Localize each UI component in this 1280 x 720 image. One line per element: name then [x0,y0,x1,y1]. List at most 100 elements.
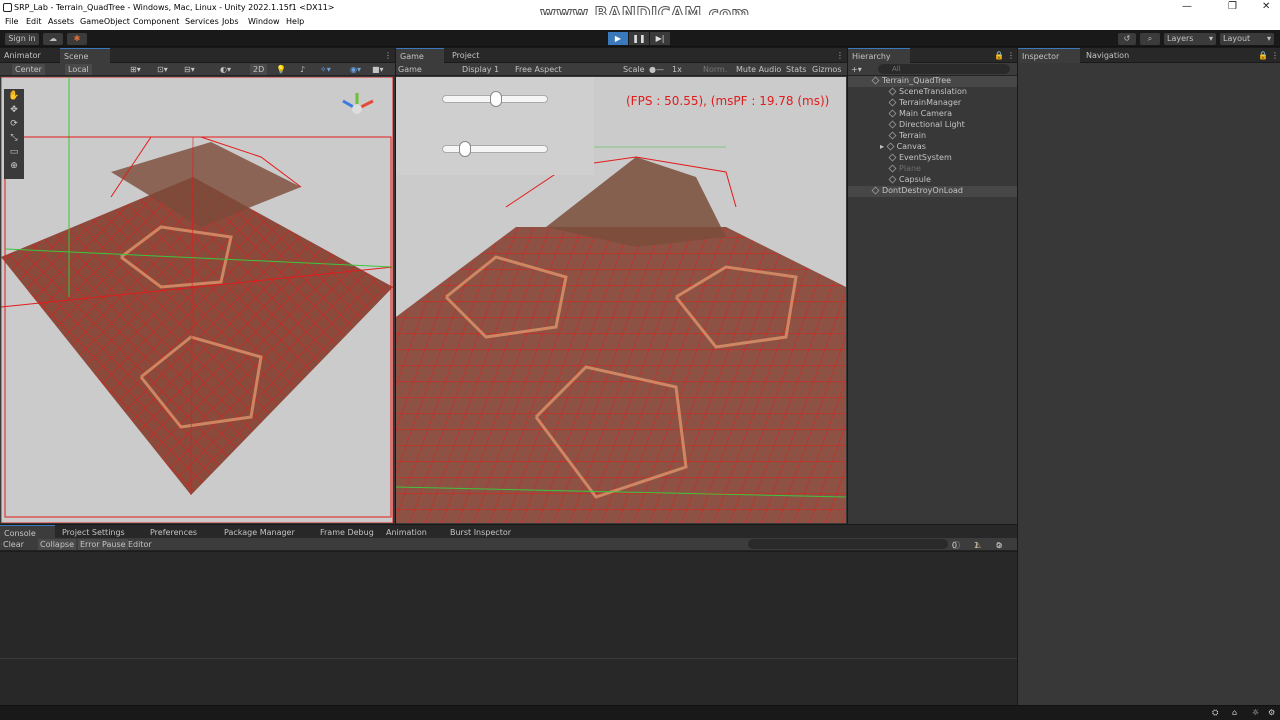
hierarchy-item[interactable]: TerrainManager [888,98,961,108]
camera-icon[interactable]: ■▾ [372,64,384,75]
collab-icon[interactable]: ✱ [67,33,87,45]
hierarchy-item[interactable]: Capsule [888,175,931,185]
pivot-dropdown[interactable]: Center [12,64,45,75]
menu-help[interactable]: Help [286,17,304,26]
rect-tool-icon[interactable]: ▭ [4,145,24,159]
tab-animator[interactable]: Animator [0,48,60,63]
display-dropdown[interactable]: Display 1 [462,64,499,75]
gameobject-icon [886,142,895,151]
slider-1[interactable] [442,91,548,107]
scene-root[interactable]: Terrain_QuadTree [871,76,951,86]
unity-logo-icon [3,3,12,12]
visibility-icon[interactable]: ◉▾ [350,64,361,75]
tab-hierarchy[interactable]: Hierarchy [848,48,910,63]
tab-navigation[interactable]: Navigation [1082,48,1152,63]
grid-snap-icon[interactable]: ⊞▾ [130,64,141,75]
scene-viewport[interactable]: ✋ ✥ ⟳ ⤡ ▭ ⊕ [1,77,393,523]
gameobject-icon [888,164,897,173]
move-tool-icon[interactable]: ✥ [4,103,24,117]
space-dropdown[interactable]: Local [65,64,92,75]
aspect-dropdown[interactable]: Free Aspect [515,64,562,75]
layers-dropdown[interactable]: Layers ▾ [1164,33,1216,45]
lock-icon[interactable]: 🔒 [1254,48,1268,63]
effects-icon[interactable]: ✧▾ [320,64,331,75]
clear-button[interactable]: Clear [3,539,24,550]
stats-button[interactable]: Stats [786,64,806,75]
progress-icon[interactable]: ⛭ [1212,708,1218,718]
more-icon[interactable]: ⋮ [1267,48,1279,63]
more-icon[interactable]: ⋮ [380,48,392,63]
console-search-input[interactable] [748,539,948,549]
scene-terrain-render [1,77,393,523]
divider [0,658,1017,659]
audio-icon[interactable]: ♪ [300,64,305,75]
more-icon[interactable]: ⋮ [1003,48,1015,63]
bell-icon[interactable]: ⌂ [1232,708,1237,717]
menu-file[interactable]: File [5,17,18,26]
settings-icon[interactable]: ⚙ [1268,708,1275,717]
gizmos-button[interactable]: Gizmos [812,64,841,75]
search-icon[interactable]: ⌕ [1140,33,1160,45]
close-icon[interactable]: ✕ [1262,1,1270,12]
tab-game[interactable]: Game [396,48,444,63]
menu-component[interactable]: Component [133,17,179,26]
slider-2-handle[interactable] [459,141,471,157]
menu-jobs[interactable]: Jobs [222,17,239,26]
hierarchy-item[interactable]: Directional Light [888,120,965,130]
menu-gameobject[interactable]: GameObject [80,17,130,26]
minimize-icon[interactable]: — [1182,1,1192,12]
menu-edit[interactable]: Edit [26,17,42,26]
transform-tool-icon[interactable]: ⊕ [4,159,24,173]
hierarchy-search-input[interactable]: All [878,64,1010,74]
menu-services[interactable]: Services [185,17,219,26]
add-icon[interactable]: +▾ [851,64,862,75]
scene-gizmo-icon[interactable] [339,91,375,127]
error-pause-toggle[interactable]: Error Pause [78,539,128,550]
history-icon[interactable]: ↺ [1118,33,1136,45]
inspector-tabbar: Inspector Navigation 🔒 ⋮ [1018,48,1280,63]
draw-mode-icon[interactable]: ◐▾ [220,64,231,75]
collapse-toggle[interactable]: Collapse [38,539,76,550]
editor-dropdown[interactable]: Editor [128,539,152,550]
hand-tool-icon[interactable]: ✋ [4,89,24,103]
slider-2[interactable] [442,141,548,157]
step-button[interactable]: ▶| [650,32,670,45]
lock-icon[interactable]: 🔒 [990,48,1004,63]
scale-slider[interactable]: ●— [649,64,664,75]
menu-assets[interactable]: Assets [48,17,74,26]
restore-icon[interactable]: ❐ [1228,1,1237,12]
expand-arrow-icon[interactable]: ▸ [880,142,884,151]
debug-icon[interactable]: ☼ [1252,708,1259,717]
hierarchy-item[interactable]: Main Camera [888,109,952,119]
hierarchy-toolbar: +▾ All [848,63,1017,76]
cloud-icon[interactable]: ☁ [43,33,63,45]
tab-inspector[interactable]: Inspector [1018,48,1080,63]
tab-scene[interactable]: Scene [60,48,110,63]
hierarchy-item-disabled[interactable]: Plane [888,164,921,174]
menu-window[interactable]: Window [248,17,280,26]
slider-1-handle[interactable] [490,91,502,107]
norm-dropdown[interactable]: Norm. [703,64,727,75]
gameobject-icon [888,98,897,107]
signin-button[interactable]: Sign in [5,33,39,45]
hierarchy-item[interactable]: EventSystem [888,153,952,163]
display-type-dropdown[interactable]: Game [398,64,422,75]
game-viewport[interactable]: (FPS : 50.55), (msPF : 19.78 (ms)) [396,77,846,523]
snap-icon[interactable]: ⊡▾ [157,64,168,75]
tab-project[interactable]: Project [448,48,500,63]
hierarchy-item[interactable]: SceneTranslation [888,87,967,97]
hierarchy-item[interactable]: ▸ Canvas [880,142,926,152]
mute-audio-button[interactable]: Mute Audio [736,64,781,75]
layout-dropdown[interactable]: Layout ▾ [1220,33,1274,45]
hierarchy-item[interactable]: Terrain [888,131,926,141]
lighting-icon[interactable]: 💡 [276,64,286,75]
scale-tool-icon[interactable]: ⤡ [4,131,24,145]
pause-button[interactable]: ❚❚ [629,32,649,45]
dont-destroy-scene[interactable]: DontDestroyOnLoad [871,186,963,196]
mode-2d-button[interactable]: 2D [250,64,268,75]
rotate-tool-icon[interactable]: ⟳ [4,117,24,131]
more-icon[interactable]: ⋮ [832,48,844,63]
play-button[interactable]: ▶ [608,32,628,45]
scene-controlbar: Center Local ⊞▾ ⊡▾ ⊟▾ ◐▾ 2D 💡 ♪ ✧▾ ◉▾ ■▾ [0,63,395,76]
increment-icon[interactable]: ⊟▾ [184,64,195,75]
